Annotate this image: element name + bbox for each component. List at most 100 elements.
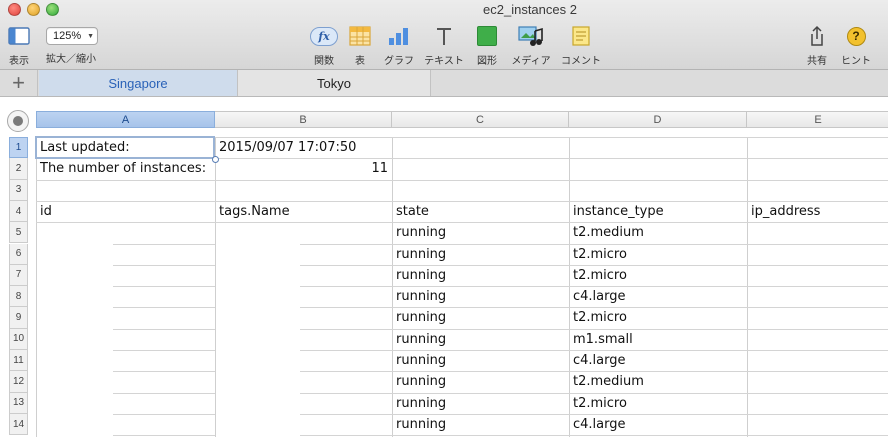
text-button[interactable]: テキスト: [421, 24, 467, 67]
comment-icon: [558, 24, 604, 48]
table-select-all-button[interactable]: [7, 110, 29, 132]
cell-state[interactable]: running: [392, 371, 569, 392]
cell-instance-type[interactable]: t2.medium: [569, 222, 747, 243]
row-header-8[interactable]: 8: [9, 286, 28, 308]
column-header-c[interactable]: C: [392, 111, 569, 128]
view-button[interactable]: 表示: [4, 24, 34, 67]
share-button[interactable]: 共有: [804, 24, 830, 67]
cell-state[interactable]: running: [392, 393, 569, 414]
comment-button[interactable]: コメント: [558, 24, 604, 67]
table-icon: [347, 24, 373, 48]
column-header-b[interactable]: B: [215, 111, 392, 128]
view-icon: [4, 24, 34, 48]
row-header-13[interactable]: 13: [9, 392, 28, 414]
header-cell-tags-name[interactable]: tags.Name: [215, 201, 392, 222]
help-button[interactable]: ? ヒント: [838, 24, 874, 67]
grid-row-line: [113, 392, 215, 394]
grid-row-line: [113, 286, 215, 288]
cell-instance-type[interactable]: c4.large: [569, 286, 747, 307]
help-label: ヒント: [841, 56, 871, 67]
chart-button[interactable]: グラフ: [382, 24, 416, 67]
row-header-2[interactable]: 2: [9, 158, 28, 180]
shape-icon: [474, 24, 500, 48]
header-cell-id[interactable]: id: [36, 201, 215, 222]
function-button[interactable]: fx 関数: [307, 24, 341, 67]
row-header-10[interactable]: 10: [9, 328, 28, 350]
grid-column-line: [215, 137, 216, 437]
row-header-4[interactable]: 4: [9, 200, 28, 223]
grid-row-line: [300, 435, 888, 437]
sheet-tabs-bar: + Singapore Tokyo: [0, 70, 888, 97]
grid-row-line: [113, 413, 215, 415]
table-label: 表: [355, 56, 365, 67]
shape-label: 図形: [477, 56, 497, 67]
row-header-3[interactable]: 3: [9, 179, 28, 201]
add-sheet-button[interactable]: +: [0, 70, 38, 96]
tab-tokyo[interactable]: Tokyo: [238, 70, 431, 96]
cell-instance-type[interactable]: c4.large: [569, 350, 747, 371]
cell-instance-type[interactable]: t2.micro: [569, 265, 747, 286]
shape-button[interactable]: 図形: [474, 24, 500, 67]
table-button[interactable]: 表: [347, 24, 373, 67]
view-label: 表示: [9, 56, 29, 67]
zoom-chevron-icon: ▼: [87, 32, 95, 40]
media-icon: [509, 24, 553, 48]
column-header-d[interactable]: D: [569, 111, 747, 128]
row-header-5[interactable]: 5: [9, 222, 28, 244]
text-icon: [421, 24, 467, 48]
column-header-e[interactable]: E: [747, 111, 888, 128]
text-label: テキスト: [424, 56, 464, 67]
cell-b1[interactable]: 2015/09/07 17:07:50: [215, 137, 392, 158]
grid-row-line: [113, 350, 215, 351]
cell-state[interactable]: running: [392, 350, 569, 371]
zoom-select[interactable]: 125% ▼: [46, 27, 98, 45]
chart-label: グラフ: [384, 56, 414, 67]
grid-row-line: [113, 243, 215, 245]
header-cell-state[interactable]: state: [392, 201, 569, 222]
zoom-label: 拡大／縮小: [46, 54, 96, 65]
share-label: 共有: [807, 56, 827, 67]
chart-icon: [382, 24, 416, 48]
tab-singapore[interactable]: Singapore: [39, 70, 238, 96]
cell-b2[interactable]: 11: [215, 158, 392, 179]
media-button[interactable]: メディア: [509, 24, 553, 67]
cell-state[interactable]: running: [392, 286, 569, 307]
column-header-a[interactable]: A: [36, 111, 215, 128]
zoom-control[interactable]: 125% ▼ 拡大／縮小: [46, 24, 106, 65]
cell-state[interactable]: running: [392, 414, 569, 435]
cell-instance-type[interactable]: t2.micro: [569, 244, 747, 265]
grid-row-line: [36, 179, 888, 181]
row-header-1[interactable]: 1: [9, 137, 28, 159]
row-header-7[interactable]: 7: [9, 264, 28, 287]
cell-instance-type[interactable]: t2.micro: [569, 307, 747, 328]
grid-row-line: [113, 307, 215, 309]
grid-row-line: [113, 435, 215, 437]
header-cell-instance_type[interactable]: instance_type: [569, 201, 747, 222]
zoom-value: 125%: [53, 30, 82, 42]
row-header-14[interactable]: 14: [9, 413, 28, 436]
grid-column-line: [36, 137, 37, 437]
cell-instance-type[interactable]: m1.small: [569, 329, 747, 350]
cell-instance-type[interactable]: t2.medium: [569, 371, 747, 392]
cell-instance-type[interactable]: t2.micro: [569, 393, 747, 414]
cell-state[interactable]: running: [392, 307, 569, 328]
grid-row-line: [113, 371, 215, 373]
row-header-9[interactable]: 9: [9, 307, 28, 329]
selection-resize-handle[interactable]: [212, 156, 219, 163]
cell-a2[interactable]: The number of instances:: [36, 158, 215, 179]
row-header-11[interactable]: 11: [9, 350, 28, 372]
cell-state[interactable]: running: [392, 329, 569, 350]
header-cell-ip_address[interactable]: ip_address: [747, 201, 888, 222]
comment-label: コメント: [561, 56, 601, 67]
window-title: ec2_instances 2: [483, 2, 577, 17]
media-label: メディア: [511, 56, 551, 67]
row-header-6[interactable]: 6: [9, 243, 28, 265]
cell-state[interactable]: running: [392, 244, 569, 265]
cell-state[interactable]: running: [392, 222, 569, 243]
cell-instance-type[interactable]: c4.large: [569, 414, 747, 435]
cell-a1[interactable]: Last updated:: [36, 137, 215, 158]
row-header-12[interactable]: 12: [9, 371, 28, 393]
cell-state[interactable]: running: [392, 265, 569, 286]
share-icon: [804, 24, 830, 48]
plus-icon: +: [12, 70, 25, 95]
